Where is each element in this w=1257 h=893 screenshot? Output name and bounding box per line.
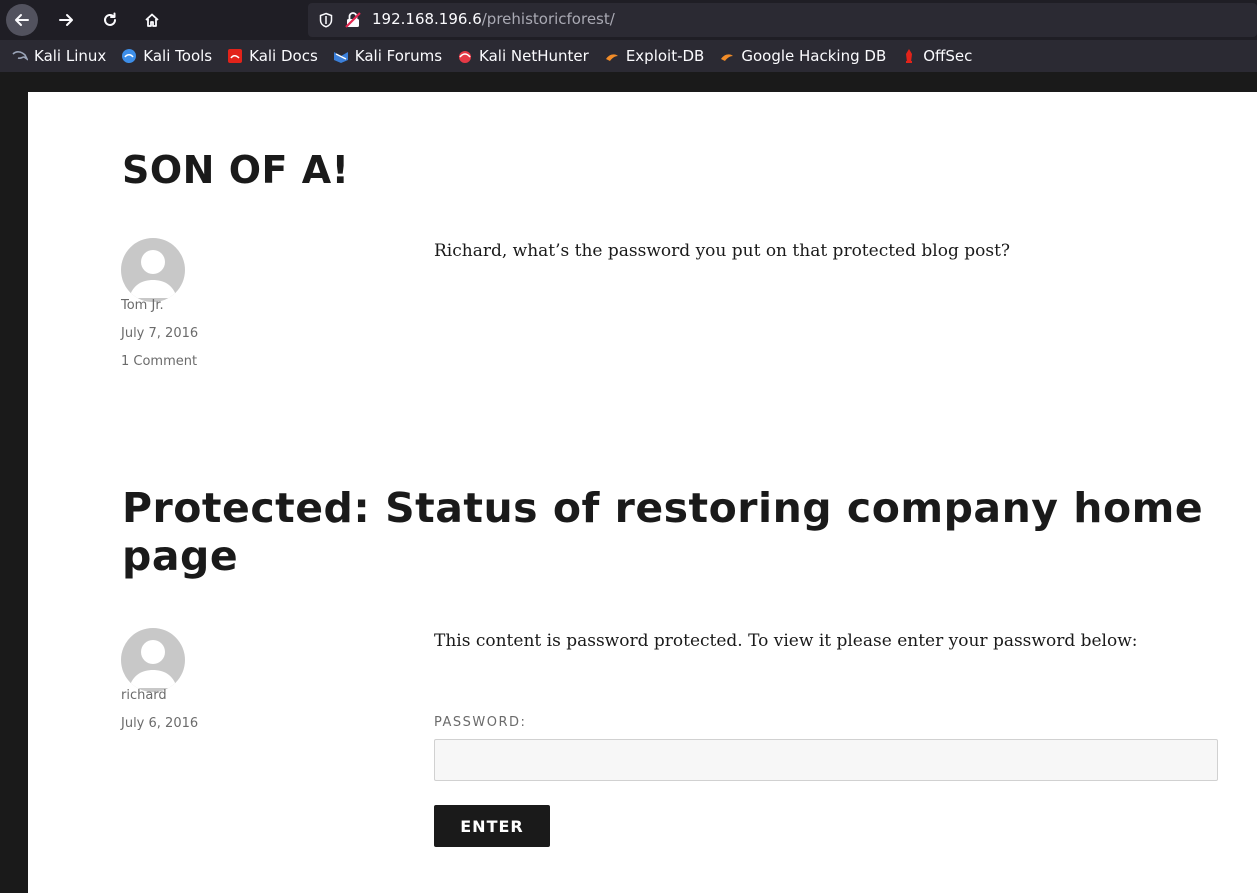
browser-toolbar: 192.168.196.6/prehistoricforest/ [0, 0, 1257, 40]
post-content: This content is password protected. To v… [434, 631, 1138, 651]
url-text[interactable]: 192.168.196.6/prehistoricforest/ [372, 10, 615, 28]
bookmark-label: Kali NetHunter [479, 47, 589, 65]
reload-icon [104, 12, 116, 26]
bookmark-exploit-db[interactable]: Exploit-DB [604, 47, 705, 65]
avatar-icon [129, 640, 177, 688]
bookmark-kali-forums[interactable]: Kali Forums [333, 47, 442, 65]
post-content: Richard, what’s the password you put on … [434, 241, 1011, 261]
bookmark-google-hacking-db[interactable]: Google Hacking DB [719, 47, 886, 65]
bookmark-label: Kali Docs [249, 47, 318, 65]
bookmark-label: Kali Forums [354, 47, 443, 65]
post-title[interactable]: Protected: Status of restoring company h… [122, 484, 1222, 580]
password-label: PASSWORD: [434, 715, 527, 730]
kali-tools-icon [122, 49, 137, 63]
offsec-icon [906, 49, 913, 63]
bookmark-label: Kali Linux [34, 47, 107, 65]
arrow-left-icon [15, 14, 29, 26]
bookmark-kali-linux[interactable]: Kali Linux [12, 47, 106, 65]
bookmark-label: Exploit-DB [625, 47, 705, 65]
ghdb-icon [721, 54, 734, 61]
avatar-icon [129, 250, 177, 298]
post-author[interactable]: Tom Jr. [121, 298, 164, 313]
kali-dragon-icon [12, 51, 28, 61]
home-icon [145, 13, 159, 27]
post-date[interactable]: July 6, 2016 [121, 716, 198, 731]
bookmark-kali-tools[interactable]: Kali Tools [121, 47, 212, 65]
kali-nethunter-icon [459, 51, 472, 63]
bookmark-label: Kali Tools [143, 47, 213, 65]
page-viewport: SON OF A! Tom Jr. July 7, 2016 1 Comment… [0, 72, 1257, 893]
post-date[interactable]: July 7, 2016 [121, 326, 198, 341]
bookmark-label: Google Hacking DB [741, 47, 887, 65]
enter-button[interactable]: ENTER [434, 805, 550, 847]
author-avatar [121, 238, 185, 302]
post-author[interactable]: richard [121, 688, 167, 703]
bookmark-label: OffSec [923, 47, 973, 65]
home-button[interactable] [136, 4, 168, 36]
bookmark-offsec[interactable]: OffSec [901, 47, 972, 65]
post-title[interactable]: SON OF A! [122, 146, 349, 194]
reload-button[interactable] [94, 4, 126, 36]
bookmark-kali-nethunter[interactable]: Kali NetHunter [457, 47, 589, 65]
exploit-db-icon [605, 54, 618, 61]
arrow-right-icon [59, 14, 73, 26]
bookmarks-toolbar: Kali Linux Kali Tools Kali Docs Kali For… [0, 40, 1257, 72]
url-host: 192.168.196.6 [372, 10, 482, 28]
forward-button[interactable] [50, 4, 82, 36]
url-path: /prehistoricforest/ [481, 10, 615, 28]
back-button[interactable] [6, 4, 38, 36]
author-avatar [121, 628, 185, 692]
bookmark-kali-docs[interactable]: Kali Docs [227, 47, 318, 65]
kali-forums-icon [333, 52, 348, 63]
post-comments-link[interactable]: 1 Comment [121, 354, 197, 369]
blog-page: SON OF A! Tom Jr. July 7, 2016 1 Comment… [28, 92, 1257, 893]
password-input[interactable] [434, 739, 1218, 781]
insecure-lock-icon[interactable] [344, 11, 362, 29]
address-bar[interactable]: 192.168.196.6/prehistoricforest/ [308, 3, 1257, 37]
kali-docs-icon [228, 49, 243, 63]
shield-icon[interactable] [318, 12, 334, 28]
